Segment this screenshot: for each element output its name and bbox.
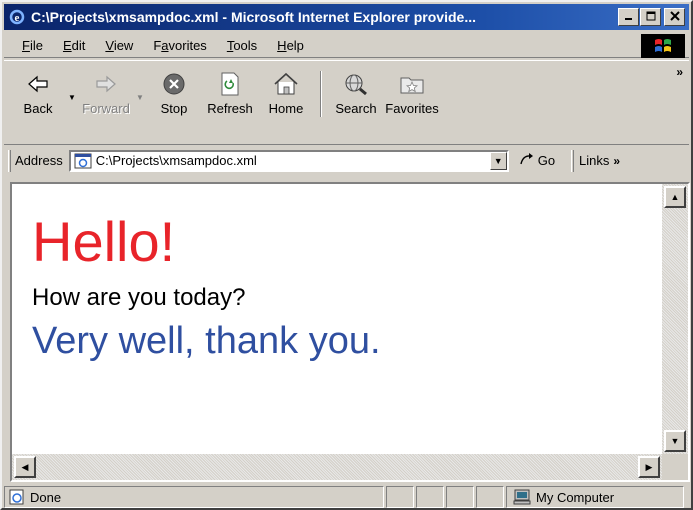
scroll-down-button[interactable]: ▼ bbox=[664, 430, 686, 452]
menu-edit[interactable]: Edit bbox=[53, 38, 95, 53]
back-arrow-icon bbox=[24, 71, 52, 97]
refresh-label: Refresh bbox=[207, 101, 253, 116]
address-field[interactable]: ▼ bbox=[68, 149, 509, 172]
chevron-down-icon: ▼ bbox=[493, 155, 503, 166]
search-globe-icon bbox=[342, 71, 370, 97]
go-arrow-icon bbox=[519, 152, 535, 169]
status-bar: Done My Computer bbox=[4, 486, 689, 508]
go-label: Go bbox=[537, 153, 556, 168]
address-grip[interactable] bbox=[8, 149, 11, 172]
favorites-button[interactable]: Favorites bbox=[384, 67, 440, 121]
forward-dropdown[interactable]: ▼ bbox=[134, 67, 146, 121]
security-zone-text: My Computer bbox=[536, 489, 615, 505]
menu-favorites[interactable]: Favorites bbox=[143, 38, 216, 53]
toolbar-separator bbox=[320, 71, 322, 117]
search-button[interactable]: Search bbox=[328, 67, 384, 121]
arrow-down-icon: ▼ bbox=[670, 436, 680, 446]
refresh-icon bbox=[216, 71, 244, 97]
home-icon bbox=[272, 71, 300, 97]
windows-logo-icon bbox=[641, 34, 685, 58]
links-label[interactable]: Links bbox=[579, 153, 609, 168]
xml-page-icon bbox=[74, 153, 92, 169]
stop-label: Stop bbox=[160, 101, 188, 116]
stop-icon bbox=[160, 71, 188, 97]
standard-toolbar: Back ▼ Forward ▼ Stop Refresh Home Searc… bbox=[4, 60, 689, 148]
links-more-chevron[interactable]: » bbox=[613, 154, 620, 168]
question-text: How are you today? bbox=[32, 284, 246, 311]
page-content: Hello! How are you today? Very well, tha… bbox=[12, 184, 662, 454]
favorites-folder-icon bbox=[398, 71, 426, 97]
refresh-button[interactable]: Refresh bbox=[202, 67, 258, 121]
status-text-pane: Done bbox=[4, 486, 384, 508]
menu-bar: File Edit View Favorites Tools Help bbox=[4, 34, 689, 58]
toolbar-more-chevron[interactable]: » bbox=[676, 65, 683, 79]
horizontal-scrollbar[interactable]: ◀ ▶ bbox=[12, 454, 662, 480]
hello-text: Hello! bbox=[32, 210, 176, 273]
address-input[interactable] bbox=[95, 153, 476, 168]
favorites-label: Favorites bbox=[385, 101, 439, 116]
forward-arrow-icon bbox=[92, 71, 120, 97]
scrollbar-corner bbox=[662, 454, 688, 480]
back-label: Back bbox=[23, 101, 53, 116]
back-button[interactable]: Back bbox=[10, 67, 66, 121]
address-dropdown-button[interactable]: ▼ bbox=[489, 151, 507, 170]
ie-logo-icon: e bbox=[8, 8, 26, 26]
address-bar: Address ▼ Go Links » bbox=[4, 144, 689, 176]
menu-help[interactable]: Help bbox=[267, 38, 314, 53]
search-label: Search bbox=[335, 101, 377, 116]
window-title: C:\Projects\xmsampdoc.xml - Microsoft In… bbox=[31, 9, 476, 25]
maximize-icon bbox=[646, 11, 656, 23]
page-done-icon bbox=[9, 489, 25, 505]
close-icon bbox=[669, 11, 680, 23]
arrow-left-icon: ◀ bbox=[21, 461, 29, 472]
go-button[interactable]: Go bbox=[519, 152, 555, 169]
scroll-right-button[interactable]: ▶ bbox=[638, 456, 660, 478]
forward-button[interactable]: Forward bbox=[78, 67, 134, 121]
minimize-icon bbox=[624, 11, 634, 23]
browser-window: e C:\Projects\xmsampdoc.xml - Microsoft … bbox=[0, 0, 693, 510]
home-label: Home bbox=[268, 101, 304, 116]
maximize-button[interactable] bbox=[640, 8, 661, 26]
title-bar[interactable]: e C:\Projects\xmsampdoc.xml - Microsoft … bbox=[4, 4, 689, 30]
status-pane-3 bbox=[416, 486, 444, 508]
security-zone-pane: My Computer bbox=[506, 486, 684, 508]
svg-text:e: e bbox=[15, 12, 20, 24]
minimize-button[interactable] bbox=[618, 8, 639, 26]
links-grip[interactable] bbox=[571, 149, 575, 172]
arrow-up-icon: ▲ bbox=[670, 192, 680, 202]
address-label: Address bbox=[15, 153, 63, 168]
menu-tools[interactable]: Tools bbox=[217, 38, 267, 53]
status-text: Done bbox=[30, 489, 62, 505]
status-pane-2 bbox=[386, 486, 414, 508]
stop-button[interactable]: Stop bbox=[146, 67, 202, 121]
status-pane-5 bbox=[476, 486, 504, 508]
forward-label: Forward bbox=[82, 101, 130, 116]
content-frame: Hello! How are you today? Very well, tha… bbox=[10, 182, 690, 482]
menu-file[interactable]: File bbox=[12, 38, 53, 53]
home-button[interactable]: Home bbox=[258, 67, 314, 121]
menu-view[interactable]: View bbox=[95, 38, 143, 53]
scroll-left-button[interactable]: ◀ bbox=[14, 456, 36, 478]
close-button[interactable] bbox=[664, 8, 685, 26]
arrow-right-icon: ▶ bbox=[645, 461, 653, 472]
status-pane-4 bbox=[446, 486, 474, 508]
back-dropdown[interactable]: ▼ bbox=[66, 67, 78, 121]
answer-text: Very well, thank you. bbox=[32, 320, 381, 362]
vertical-scrollbar[interactable]: ▲ ▼ bbox=[662, 184, 688, 454]
scroll-up-button[interactable]: ▲ bbox=[664, 186, 686, 208]
my-computer-icon bbox=[513, 489, 531, 505]
